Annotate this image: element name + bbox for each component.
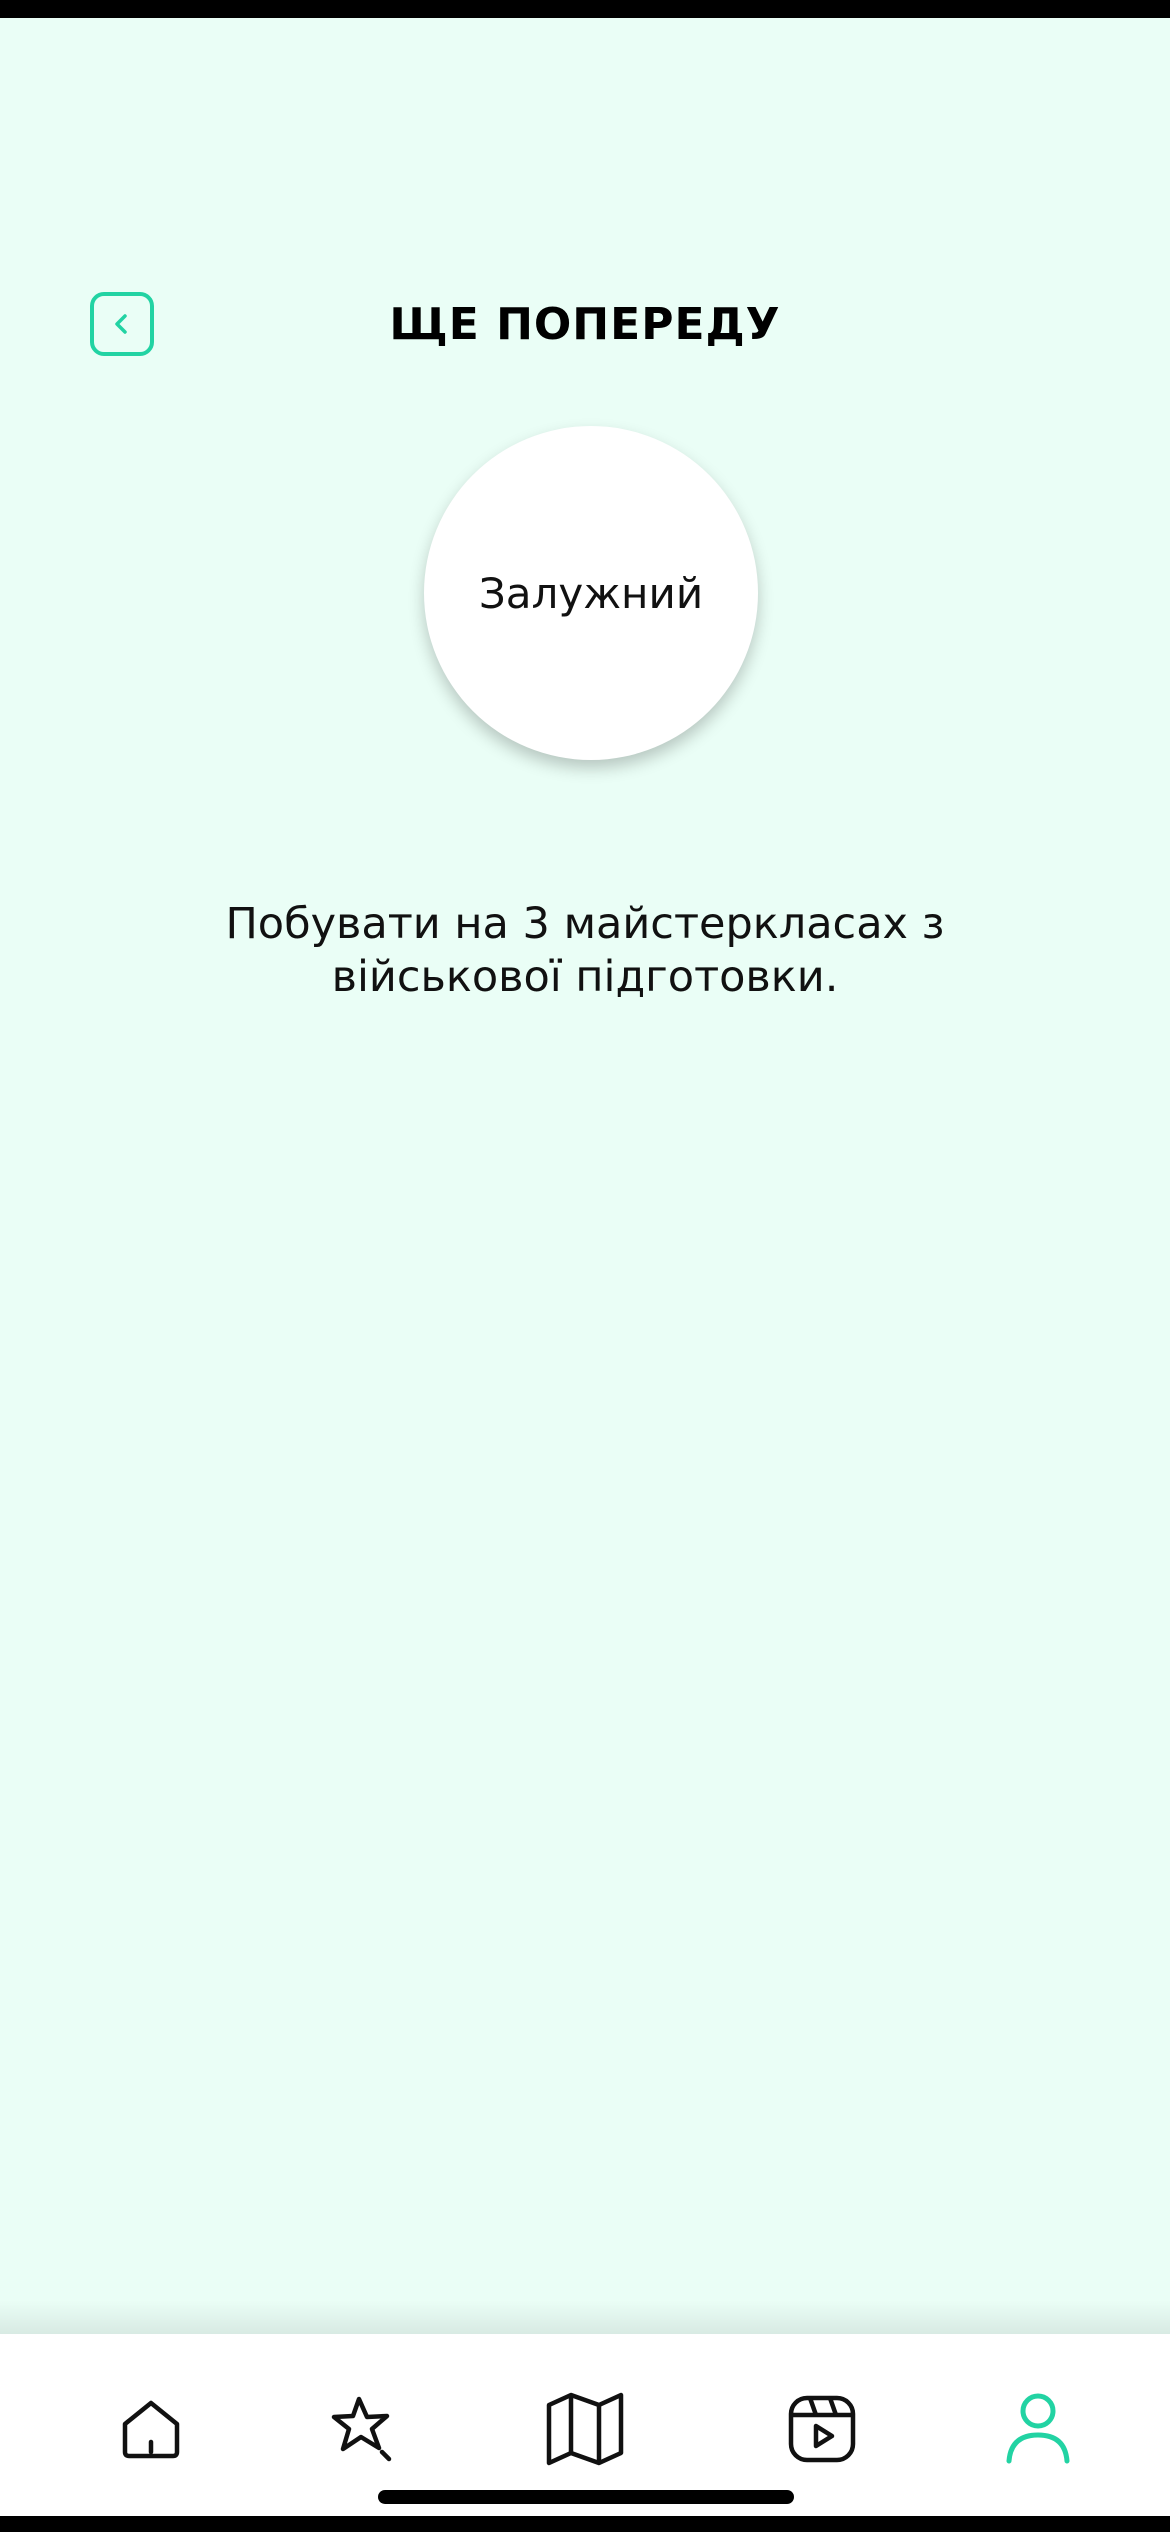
status-bar <box>0 0 1170 18</box>
achievement-description: Побувати на 3 майстеркласах з військової… <box>225 899 945 1002</box>
nav-favorites[interactable] <box>318 2384 408 2474</box>
nav-home[interactable] <box>106 2384 196 2474</box>
nav-videos[interactable] <box>777 2384 867 2474</box>
back-button[interactable] <box>90 292 154 356</box>
video-icon <box>788 2395 856 2463</box>
home-indicator[interactable] <box>378 2490 794 2504</box>
achievement-badge: Залужний <box>424 426 758 760</box>
profile-icon <box>1006 2393 1070 2464</box>
nav-profile[interactable] <box>993 2384 1083 2474</box>
nav-shadow <box>0 2300 1170 2334</box>
page-title: ЩЕ ПОПЕРЕДУ <box>389 299 781 350</box>
star-icon <box>331 2396 392 2462</box>
chevron-left-icon <box>115 314 127 334</box>
map-icon <box>546 2392 624 2466</box>
screen-bottom-edge <box>0 2516 1170 2532</box>
badge-label: Залужний <box>478 568 704 618</box>
nav-map[interactable] <box>540 2384 630 2474</box>
header: ЩЕ ПОПЕРЕДУ <box>0 290 1170 360</box>
home-icon <box>122 2400 180 2459</box>
